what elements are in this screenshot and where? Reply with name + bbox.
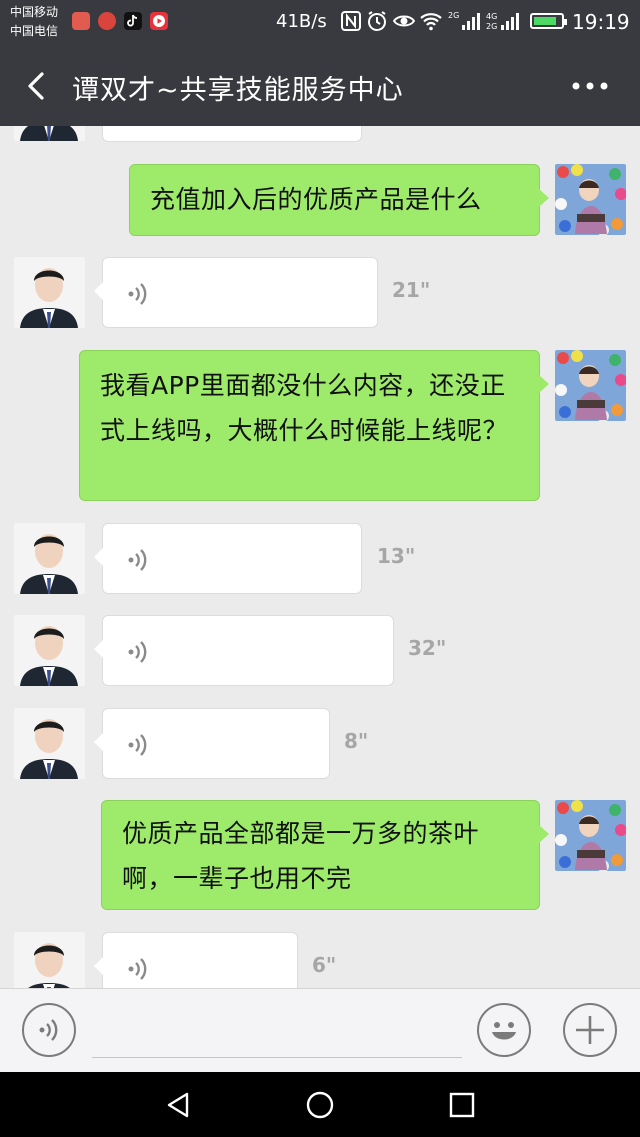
sent-message-bubble[interactable]: 充值加入后的优质产品是什么 <box>129 164 549 236</box>
back-chevron-icon[interactable] <box>18 66 58 106</box>
carrier-1-label: 中国移动 <box>10 5 59 19</box>
contact-avatar[interactable] <box>14 126 85 141</box>
voice-wave-icon <box>128 958 147 980</box>
voice-message-bubble[interactable] <box>94 708 330 779</box>
input-bar <box>0 988 640 1073</box>
nav-recents-icon[interactable] <box>447 1090 477 1120</box>
voice-duration: 13" <box>377 544 416 568</box>
voice-message-bubble[interactable] <box>94 257 378 328</box>
chat-message-list[interactable]: 充值加入后的优质产品是什么 21" 我看APP里面都没什么内容，还没正式上线吗，… <box>0 126 640 988</box>
signal-1-icon: 2G <box>448 11 480 30</box>
voice-duration: 21" <box>392 278 431 302</box>
clock: 19:19 <box>572 10 630 34</box>
plus-icon <box>576 1016 604 1044</box>
nfc-icon <box>341 11 361 31</box>
svg-text:2G: 2G <box>486 22 497 31</box>
carrier-2-label: 中国电信 <box>10 24 59 38</box>
system-nav-bar <box>0 1072 640 1137</box>
contact-avatar[interactable] <box>14 708 85 779</box>
play-app-icon <box>150 12 168 30</box>
contact-avatar[interactable] <box>14 257 85 328</box>
svg-text:4G: 4G <box>486 12 497 21</box>
alarm-icon <box>368 11 386 31</box>
contact-avatar[interactable] <box>14 932 85 988</box>
nav-home-icon[interactable] <box>305 1090 335 1120</box>
battery-icon <box>530 13 567 29</box>
message-input[interactable] <box>92 1057 462 1058</box>
voice-message-bubble[interactable] <box>94 523 362 594</box>
message-text: 充值加入后的优质产品是什么 <box>150 185 482 214</box>
voice-message-bubble[interactable] <box>102 126 362 142</box>
smiley-icon <box>492 1022 516 1040</box>
tiktok-icon <box>124 12 142 30</box>
voice-wave-icon <box>128 641 147 663</box>
network-speed: 41B/s <box>276 11 327 32</box>
voice-wave-icon <box>128 734 147 756</box>
voice-duration: 32" <box>408 636 447 660</box>
my-avatar[interactable] <box>555 350 626 421</box>
nav-back-icon[interactable] <box>163 1090 193 1120</box>
voice-wave-icon <box>39 1019 58 1041</box>
eye-comfort-icon <box>393 15 415 27</box>
voice-wave-icon <box>128 549 147 571</box>
message-text: 优质产品全部都是一万多的茶叶啊，一辈子也用不完 <box>122 819 480 893</box>
video-app-icon <box>98 12 116 30</box>
voice-input-button[interactable] <box>22 1003 76 1057</box>
signal-2-icon: 4G 2G <box>486 12 519 31</box>
chat-title: 谭双才~共享技能服务中心 <box>72 75 404 106</box>
emoji-button[interactable] <box>477 1003 531 1057</box>
status-bar: 中国移动 中国电信 41B/s 2G 4G 2G 19:19 <box>0 0 640 46</box>
voice-message-bubble[interactable] <box>94 932 298 988</box>
voice-wave-icon <box>128 283 147 305</box>
wifi-icon <box>420 13 442 31</box>
voice-duration: 6" <box>312 953 337 977</box>
voice-duration: 8" <box>344 729 369 753</box>
message-text: 我看APP里面都没什么内容，还没正式上线吗，大概什么时候能上线呢？ <box>100 371 509 445</box>
my-avatar[interactable] <box>555 164 626 235</box>
contact-avatar[interactable] <box>14 615 85 686</box>
my-avatar[interactable] <box>555 800 626 871</box>
voice-message-bubble[interactable] <box>94 615 394 686</box>
svg-text:2G: 2G <box>448 11 459 20</box>
sent-message-bubble[interactable]: 优质产品全部都是一万多的茶叶啊，一辈子也用不完 <box>101 800 549 910</box>
contact-avatar[interactable] <box>14 523 85 594</box>
more-dots-icon[interactable] <box>566 72 614 100</box>
add-attachment-button[interactable] <box>563 1003 617 1057</box>
chat-header: 谭双才~共享技能服务中心 <box>0 46 640 126</box>
app-notification-icon <box>72 12 90 30</box>
sent-message-bubble[interactable]: 我看APP里面都没什么内容，还没正式上线吗，大概什么时候能上线呢？ <box>79 350 549 501</box>
